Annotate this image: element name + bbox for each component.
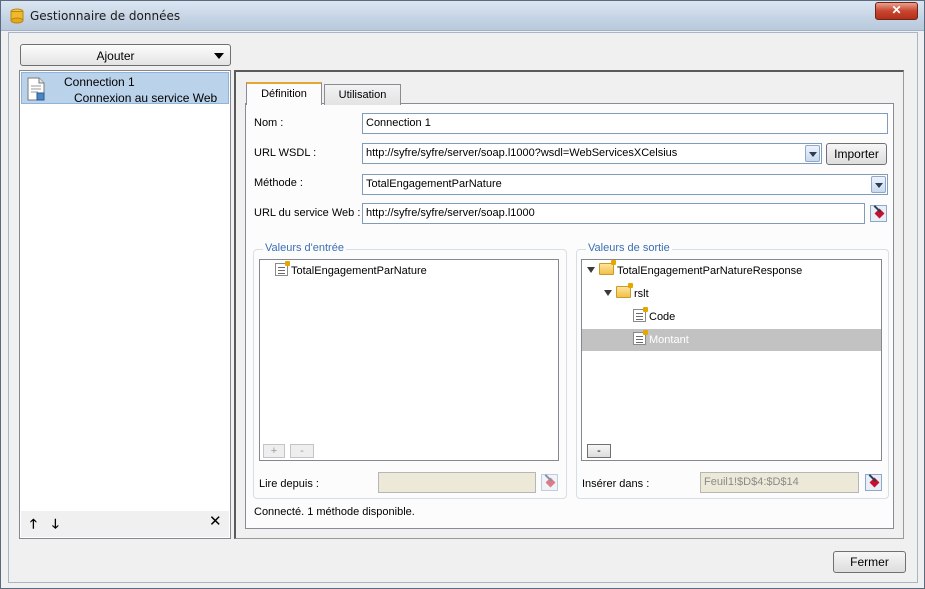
tree-node-label: Code: [649, 311, 676, 323]
connection-name: Connection 1: [64, 75, 135, 89]
field-icon: [633, 307, 648, 322]
remove-input-button[interactable]: -: [290, 444, 314, 458]
expand-arrow-icon[interactable]: [587, 267, 595, 273]
tree-node-root[interactable]: TotalEngagementParNatureResponse: [587, 260, 803, 281]
service-url-label: URL du service Web :: [254, 207, 361, 219]
tree-node-rslt[interactable]: rslt: [604, 283, 649, 304]
data-manager-window: Gestionnaire de données ✕ Ajouter Connec…: [0, 0, 925, 589]
add-input-button[interactable]: +: [263, 444, 285, 458]
remove-output-button[interactable]: -: [587, 444, 611, 458]
web-service-document-icon: [27, 77, 45, 101]
parameter-icon: [275, 261, 290, 276]
close-button[interactable]: Fermer: [833, 551, 906, 573]
chevron-down-icon: [214, 53, 224, 59]
tree-node-code[interactable]: Code: [633, 307, 675, 327]
cell-picker-icon[interactable]: [870, 205, 887, 222]
tree-node-input[interactable]: TotalEngagementParNature: [275, 261, 427, 281]
tab-utilisation[interactable]: Utilisation: [324, 84, 401, 105]
input-values-tree[interactable]: TotalEngagementParNature + -: [259, 259, 559, 461]
name-field[interactable]: Connection 1: [362, 113, 888, 134]
connection-list[interactable]: Connection 1 Connexion au service Web 🡑 …: [19, 70, 231, 539]
service-url-field[interactable]: http://syfre/syfre/server/soap.l1000: [362, 203, 865, 224]
method-combobox[interactable]: TotalEngagementParNature: [362, 174, 888, 195]
name-label: Nom :: [254, 117, 284, 129]
tree-node-label: TotalEngagementParNature: [291, 265, 427, 277]
method-label: Méthode :: [254, 177, 303, 189]
title-bar[interactable]: Gestionnaire de données ✕: [1, 1, 924, 31]
chevron-down-icon[interactable]: [805, 145, 820, 162]
list-item-connection[interactable]: Connection 1 Connexion au service Web: [21, 72, 229, 105]
wsdl-url-combobox[interactable]: http://syfre/syfre/server/soap.l1000?wsd…: [362, 143, 822, 164]
input-values-title: Valeurs d'entrée: [263, 242, 346, 254]
wsdl-url-value: http://syfre/syfre/server/soap.l1000?wsd…: [366, 147, 678, 159]
output-values-tree[interactable]: TotalEngagementParNatureResponse rslt Co…: [581, 259, 882, 461]
insert-into-value: Feuil1!$D$4:$D$14: [704, 476, 799, 488]
close-icon: ✕: [891, 3, 902, 17]
import-button[interactable]: Importer: [826, 143, 887, 165]
add-connection-label: Ajouter: [96, 49, 135, 63]
add-connection-dropdown[interactable]: Ajouter: [20, 44, 231, 66]
tree-node-label: rslt: [634, 288, 649, 300]
read-from-field[interactable]: [378, 472, 536, 493]
move-down-icon[interactable]: 🡓: [52, 517, 59, 530]
insert-into-label: Insérer dans :: [582, 478, 650, 490]
service-url-value: http://syfre/syfre/server/soap.l1000: [366, 207, 535, 219]
delete-connection-icon[interactable]: ✕: [209, 514, 222, 529]
tree-node-montant[interactable]: Montant: [582, 329, 881, 351]
status-text: Connecté. 1 méthode disponible.: [254, 506, 415, 518]
name-value: Connection 1: [366, 117, 431, 129]
method-value: TotalEngagementParNature: [366, 178, 502, 190]
folder-open-icon: [599, 260, 616, 275]
cell-picker-icon[interactable]: [865, 474, 882, 491]
expand-arrow-icon[interactable]: [604, 290, 612, 296]
window-title: Gestionnaire de données: [30, 9, 181, 23]
connection-type: Connexion au service Web: [74, 91, 218, 105]
output-values-title: Valeurs de sortie: [586, 242, 672, 254]
field-icon: [633, 330, 648, 345]
database-icon: [10, 8, 24, 24]
move-up-icon[interactable]: 🡑: [30, 517, 37, 530]
tree-node-label: TotalEngagementParNatureResponse: [617, 265, 803, 277]
folder-open-icon: [616, 283, 633, 298]
wsdl-label: URL WSDL :: [254, 147, 317, 159]
window-close-button[interactable]: ✕: [875, 2, 918, 20]
insert-into-field[interactable]: Feuil1!$D$4:$D$14: [700, 472, 859, 493]
tree-node-label: Montant: [649, 334, 689, 346]
list-toolbar: 🡑 🡓 ✕: [21, 511, 229, 537]
tab-definition[interactable]: Définition: [246, 82, 322, 105]
cell-picker-icon[interactable]: [541, 474, 558, 491]
read-from-label: Lire depuis :: [259, 478, 319, 490]
chevron-down-icon[interactable]: [871, 176, 886, 193]
